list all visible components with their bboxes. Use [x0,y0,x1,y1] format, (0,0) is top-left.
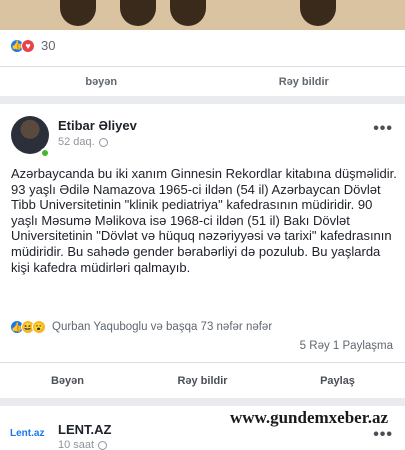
page-logo[interactable]: Lent.az [10,428,44,439]
photo-shoe [120,0,156,26]
like-button[interactable]: bəyən [0,76,203,88]
photo-shoe [170,0,206,26]
post-meta: 10 saat [58,439,108,450]
reaction-summary[interactable]: 👍 ♥ 30 [10,38,55,53]
photo-shoe [300,0,336,26]
action-bar: Bəyən Rəy bildir Paylaş [0,362,405,398]
comment-button[interactable]: Rəy bildir [203,76,405,88]
watermark: www.gundemxeber.az [226,408,391,428]
post-time[interactable]: 52 daq. [58,136,95,148]
post-author[interactable]: Etibar Əliyev [58,118,137,133]
post-time[interactable]: 10 saat [58,439,94,450]
globe-icon [98,137,108,147]
more-options-icon[interactable]: ••• [373,426,393,444]
post-author[interactable]: LENT.AZ [58,422,111,437]
heart-icon: ♥ [21,38,35,53]
previous-post-footer: 👍 ♥ 30 bəyən Rəy bildir [0,30,405,96]
globe-icon [98,440,108,450]
photo-shoe [60,0,96,26]
share-button[interactable]: Paylaş [270,375,405,387]
post-card: Etibar Əliyev 52 daq. ••• Azərbaycanda b… [0,104,405,398]
more-options-icon[interactable]: ••• [373,120,393,138]
reaction-summary[interactable]: 👍 😆 😮 Qurban Yaquboglu və başqa 73 nəfər… [10,320,272,334]
action-bar: bəyən Rəy bildir [0,66,405,96]
post-text: Azərbaycanda bu iki xanım Ginnesin Rekor… [11,166,397,275]
like-button[interactable]: Bəyən [0,375,135,387]
reaction-count: 30 [41,38,56,53]
post-meta: 52 daq. [58,136,108,148]
reaction-names: Qurban Yaquboglu və başqa 73 nəfər nəfər [52,321,273,333]
comment-share-count[interactable]: 5 Rəy 1 Paylaşma [300,340,393,352]
online-status-dot [40,148,50,158]
post-photo[interactable] [0,0,405,30]
surprised-face-icon: 😮 [32,320,46,334]
comment-button[interactable]: Rəy bildir [135,375,270,387]
